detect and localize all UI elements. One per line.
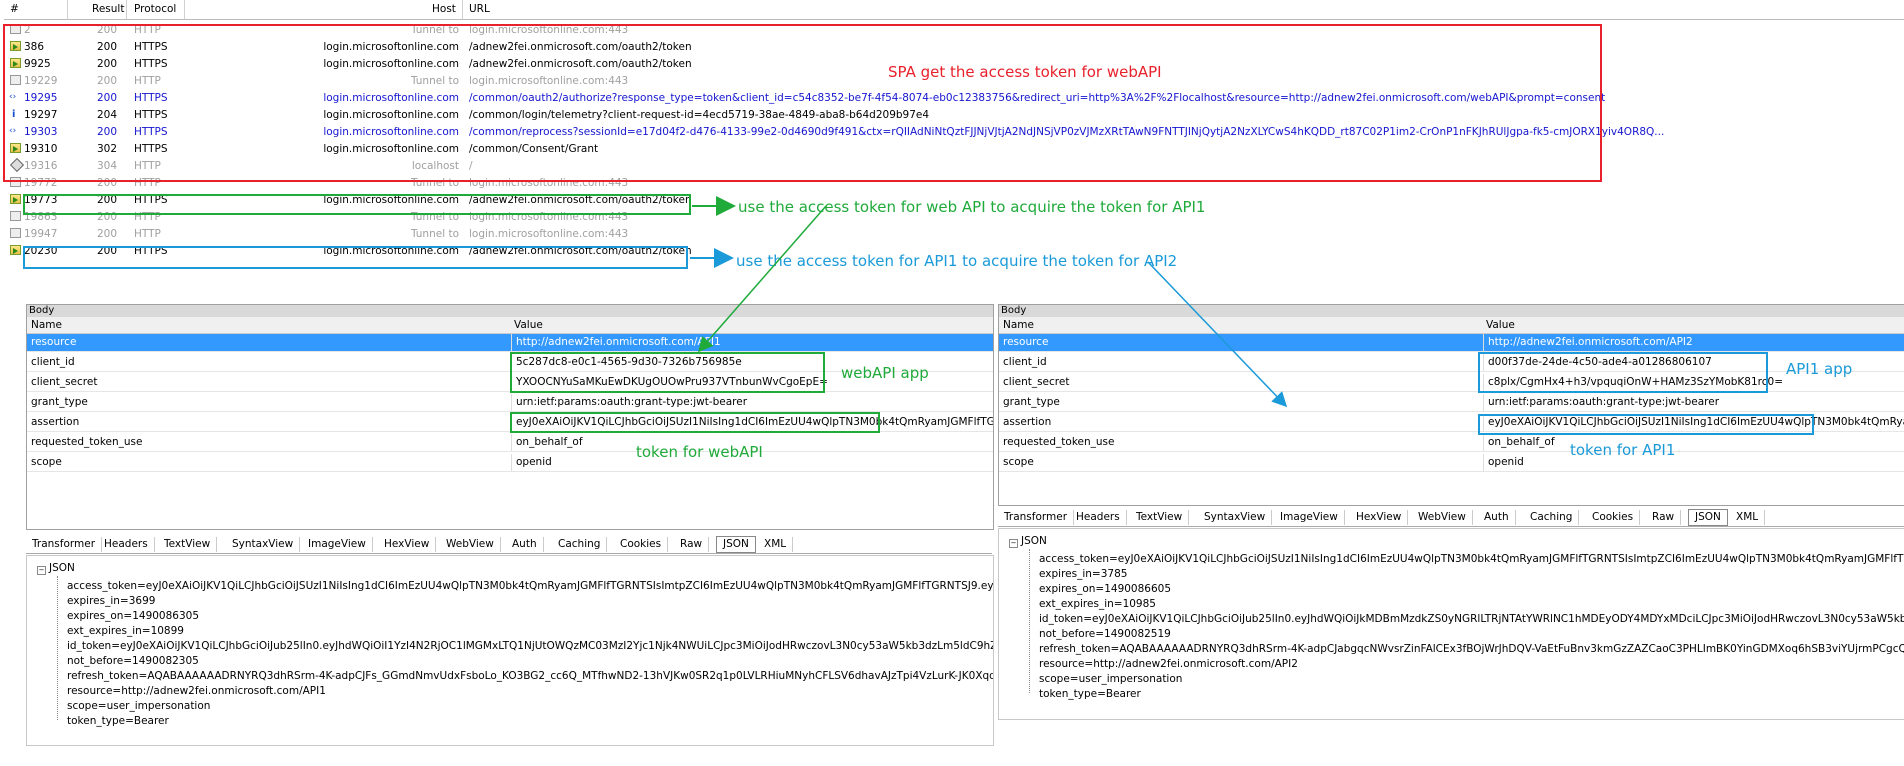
blue-long-arrow [1147, 261, 1288, 408]
annotation-arrows [690, 196, 1288, 408]
green-long-arrow [698, 205, 827, 353]
